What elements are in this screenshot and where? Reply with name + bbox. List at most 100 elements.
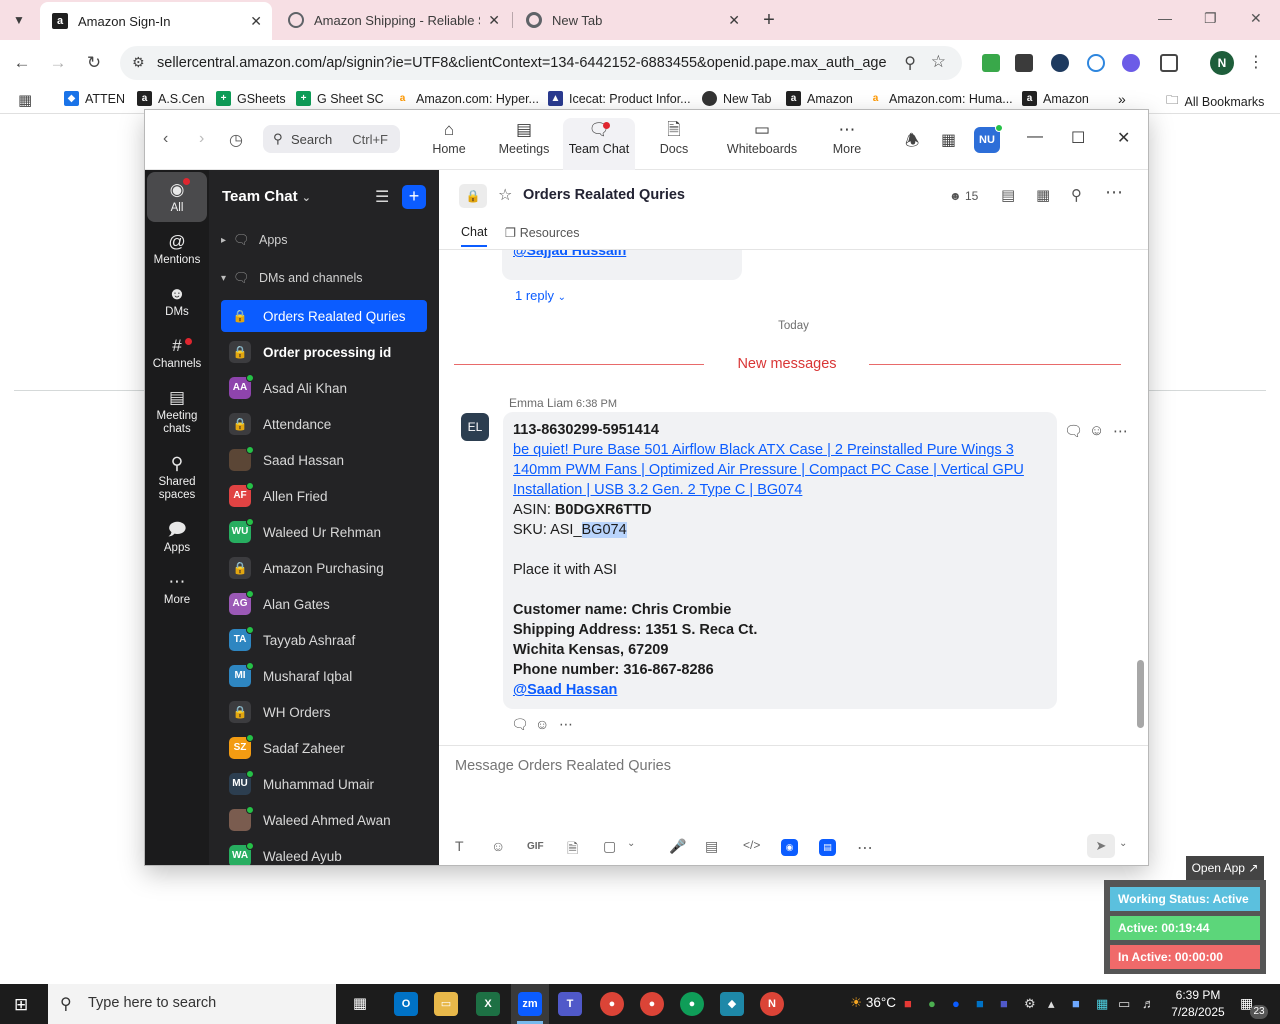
bookmark-gsheet-sc[interactable]: + G Sheet SC [296,91,384,106]
zoom-tab-whiteboards[interactable]: ▭ Whiteboards [721,118,803,170]
profile-avatar[interactable]: N [1210,51,1234,75]
rail-meeting-chats[interactable]: ▤ Meeting chats [147,386,207,436]
browser-tab-amazon-signin[interactable]: a Amazon Sign-In ✕ [40,2,272,40]
back-arrow-icon[interactable]: ← [10,51,34,75]
address-bar[interactable]: ⚙ sellercentral.amazon.com/ap/signin?ie=… [120,46,962,80]
bookmark-amazon-hyper[interactable]: a Amazon.com: Hyper... [395,91,539,106]
zoom-user-avatar[interactable]: NU [974,124,1003,153]
bell-icon[interactable]: 🕭 [905,130,919,157]
bookmark-amazon-huma[interactable]: a Amazon.com: Huma... [868,91,1013,106]
zoom-app-icon[interactable]: ▤ [819,839,836,856]
volume-icon[interactable]: ♬ [1142,996,1155,1011]
zoom-tab-team-chat[interactable]: 🗨 Team Chat [563,118,635,170]
emoji-reaction-icon[interactable]: ☺ [1089,422,1104,439]
close-icon[interactable]: ✕ [488,12,500,29]
app-diamond-icon[interactable]: ◆ [720,992,744,1016]
send-icon[interactable]: ➤ [1087,834,1115,858]
file-explorer-icon[interactable]: ▭ [434,992,458,1016]
sidebar-item[interactable]: Waleed Ahmed Awan [221,804,427,836]
windows-start-icon[interactable]: ⊞ [14,995,28,1015]
browser-tab-new-tab[interactable]: New Tab ✕ [514,0,750,40]
extension-list-icon[interactable] [1015,54,1033,72]
sidebar-item[interactable]: MU Muhammad Umair [221,768,427,800]
sidebar-item[interactable]: 🔒 Orders Realated Quries [221,300,427,332]
bookmark-gsheets[interactable]: + GSheets [216,91,286,106]
rail-all[interactable]: ◉ All [147,172,207,222]
close-icon[interactable]: ✕ [250,13,262,30]
new-tab-plus-icon[interactable]: + [758,9,780,31]
reply-thread-link[interactable]: 1 reply ⌄ [515,288,566,303]
extension-circle-icon[interactable] [1087,54,1105,72]
history-clock-icon[interactable]: ◷ [229,130,243,150]
more-options-icon[interactable]: ⋯ [1105,182,1123,203]
sidebar-item[interactable]: 🔒 Attendance [221,408,427,440]
all-bookmarks[interactable]: 🗀 All Bookmarks [1166,91,1264,112]
reply-icon[interactable]: 🗨 [1064,422,1083,440]
members-count[interactable]: ☻ 15 [949,189,978,203]
chrome-tray-icon[interactable]: ● [928,996,936,1011]
chrome-profile-icon[interactable]: N [760,992,784,1016]
calendar-icon[interactable]: ▦ [1036,186,1050,204]
zoom-tab-home[interactable]: ⌂ Home [421,118,477,170]
filter-icon[interactable]: ☰ [375,187,389,207]
emoji-reaction-icon[interactable]: ☺ [535,716,549,732]
product-link[interactable]: be quiet! Pure Base 501 Airflow Black AT… [513,440,1047,500]
tab-resources[interactable]: ❐ Resources [505,225,579,240]
sidebar-title[interactable]: Team Chat ⌄ [222,188,311,205]
video-camera-icon[interactable]: ▤ [1001,186,1015,204]
more-bookmarks-chevron-icon[interactable]: » [1118,91,1126,107]
close-icon[interactable]: ✕ [728,12,740,29]
star-icon[interactable]: ☆ [498,185,512,205]
task-view-icon[interactable]: ▦ [348,992,372,1016]
mention-link[interactable]: @Saad Hassan [513,682,617,698]
more-dots-icon[interactable]: ⋯ [857,838,873,858]
forward-arrow-icon[interactable]: → [46,51,70,75]
sidebar-item[interactable]: AF Allen Fried [221,480,427,512]
restore-icon[interactable]: ❐ [1204,10,1217,27]
url-text[interactable]: sellercentral.amazon.com/ap/signin?ie=UT… [157,55,887,71]
teams-tray-icon[interactable]: ■ [1000,996,1008,1011]
extension-search-icon[interactable] [1122,54,1140,72]
reply-icon[interactable]: 🗨 [511,716,529,733]
message-input[interactable]: Message Orders Realated Quries [455,758,671,774]
tab-search-chevron-icon[interactable]: ▼ [8,9,30,31]
bookmark-amazon[interactable]: a Amazon [786,91,853,106]
browser-menu-icon[interactable]: ⋮ [1248,52,1264,72]
extension-plus-icon[interactable] [982,54,1000,72]
excel-icon[interactable]: X [476,992,500,1016]
tab-chat[interactable]: Chat [461,225,488,247]
mention-link[interactable]: @Sajjad Hussain [513,250,626,258]
sidebar-item[interactable]: 🔒 Amazon Purchasing [221,552,427,584]
rail-mentions[interactable]: @ Mentions [147,230,207,267]
close-window-icon[interactable]: ✕ [1250,10,1262,27]
outlook-icon[interactable]: O [394,992,418,1016]
site-info-icon[interactable]: ⚙ [132,54,145,71]
outlook-tray-icon[interactable]: ■ [976,996,984,1011]
new-chat-plus-button[interactable]: + [402,185,426,209]
zoom-tab-docs[interactable]: 🗎 Docs [649,118,699,170]
sidebar-item[interactable]: AG Alan Gates [221,588,427,620]
sidebar-item[interactable]: AA Asad Ali Khan [221,372,427,404]
file-icon[interactable]: 🗎 [567,838,578,862]
sidebar-item[interactable]: WA Waleed Ayub [221,840,427,865]
taskbar-clock[interactable]: 6:39 PM 7/28/2025 [1166,987,1230,1021]
extension-globe-icon[interactable] [1051,54,1069,72]
display-tray-icon[interactable]: ▭ [1118,996,1130,1012]
section-apps[interactable]: ▸ 🗨 Apps [221,232,288,248]
microphone-icon[interactable]: 🎤 [669,838,686,855]
screenshot-icon[interactable]: ▢ [603,838,616,855]
more-options-icon[interactable]: ⋯ [1113,422,1128,440]
bookmark-amazon-2[interactable]: a Amazon [1022,91,1089,106]
code-icon[interactable]: </> [743,838,760,852]
network-tray-icon[interactable]: ▴ [1048,996,1055,1012]
zoom-tray-icon[interactable]: ● [952,996,960,1011]
text-format-icon[interactable]: T [455,838,464,854]
taskbar-search[interactable]: ⚲ Type here to search [48,984,336,1024]
weather-widget[interactable]: ☀ 36°C [850,995,896,1011]
sidebar-item[interactable]: Saad Hassan [221,444,427,476]
sidebar-item[interactable]: SZ Sadaf Zaheer [221,732,427,764]
bookmark-icecat[interactable]: ▲ Icecat: Product Infor... [548,91,691,106]
rail-channels[interactable]: # Channels [147,334,207,371]
zoom-icon[interactable]: zm [518,992,542,1016]
search-icon[interactable]: ⚲ [1071,186,1082,204]
